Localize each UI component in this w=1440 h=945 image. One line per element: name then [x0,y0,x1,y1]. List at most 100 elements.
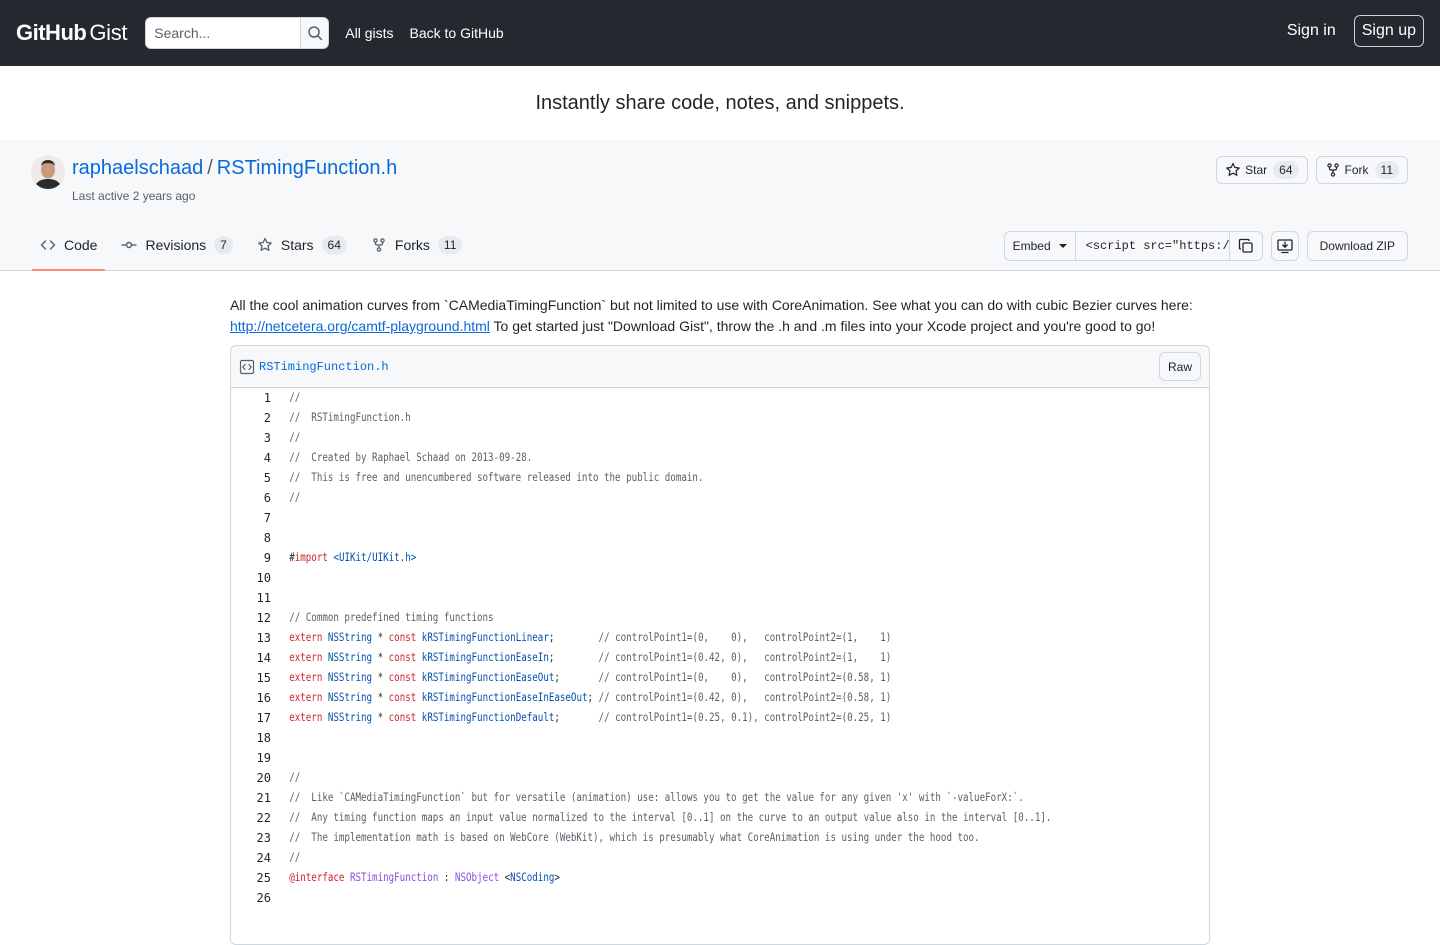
back-to-github-link[interactable]: Back to GitHub [409,25,503,41]
embed-label: Embed [1012,239,1051,253]
description-text-after: To get started just "Download Gist", thr… [489,318,1156,334]
line-number[interactable]: 24 [231,848,281,868]
line-content: extern NSString * const kRSTimingFunctio… [289,671,892,684]
line-number[interactable]: 25 [231,868,281,888]
line-number[interactable]: 26 [231,888,281,908]
line-number[interactable]: 11 [231,588,281,608]
line-content: // [289,391,301,404]
line-number[interactable]: 3 [231,428,281,448]
line-number[interactable]: 19 [231,748,281,768]
copy-button[interactable] [1228,232,1262,260]
line-number[interactable]: 8 [231,528,281,548]
code-line: 21 // Like `CAMediaTimingFunction` but fo… [231,788,1209,808]
line-number[interactable]: 13 [231,628,281,648]
sign-up-button[interactable]: Sign up [1353,15,1424,47]
chevron-down-icon [1058,244,1067,248]
code-line: 15 extern NSString * const kRSTimingFunct… [231,668,1209,688]
fork-button[interactable]: Fork 11 [1315,156,1408,184]
auth-links: Sign in Sign up [1287,15,1424,47]
all-gists-link[interactable]: All gists [345,25,393,41]
search-icon [308,26,322,41]
code-line: 16 extern NSString * const kRSTimingFunct… [231,688,1209,708]
copy-icon [1238,238,1253,253]
revisions-icon [121,241,137,249]
line-content [281,528,289,548]
code-line: 13 extern NSString * const kRSTimingFunct… [231,628,1209,648]
tab-code[interactable]: Code [32,220,106,271]
line-content: // Any timing function maps an input val… [289,811,1052,824]
line-content [281,728,289,748]
gist-title: raphaelschaad / RSTimingFunction.h [72,157,397,180]
download-zip-button[interactable]: Download ZIP [1306,231,1408,261]
line-content [281,508,289,528]
file-header: RSTimingFunction.h Raw [231,346,1209,388]
header-nav: All gists Back to GitHub [345,25,503,41]
line-number[interactable]: 22 [231,808,281,828]
github-gist-logo[interactable]: GitHub Gist [16,17,128,49]
avatar-image [31,155,65,189]
code-line: 10 [231,568,1209,588]
line-number[interactable]: 18 [231,728,281,748]
code-icon [40,240,56,250]
raw-button[interactable]: Raw [1158,352,1201,381]
search-form [145,17,330,49]
embed-group: Embed <script src="https://gist.github.c… [1003,231,1263,261]
stars-count: 64 [321,236,347,254]
line-number[interactable]: 1 [231,388,281,408]
code-line: 19 [231,748,1209,768]
tab-forks-label: Forks [394,237,430,253]
gist-name-link[interactable]: RSTimingFunction.h [217,157,397,179]
pagehead-actions: Star 64 Fork 11 [1216,156,1408,184]
line-number[interactable]: 23 [231,828,281,848]
line-content: extern NSString * const kRSTimingFunctio… [289,631,892,644]
line-content: // Common predefined timing functions [289,611,494,624]
desktop-download-icon [1276,239,1293,254]
line-number[interactable]: 4 [231,448,281,468]
embed-dropdown[interactable]: Embed [1005,232,1076,260]
line-number[interactable]: 7 [231,508,281,528]
playground-link[interactable]: http://netcetera.org/camtf-playground.ht… [230,318,490,334]
line-number[interactable]: 9 [231,548,281,568]
sign-in-link[interactable]: Sign in [1287,22,1336,40]
star-icon [258,237,272,251]
search-input[interactable] [145,17,302,49]
tab-stars[interactable]: Stars 64 [249,220,355,270]
line-number[interactable]: 14 [231,648,281,668]
line-number[interactable]: 20 [231,768,281,788]
embed-url-field[interactable]: <script src="https://gist.github.com/ [1075,232,1229,260]
tab-stars-label: Stars [280,237,314,253]
line-content: // This is free and unencumbered softwar… [289,471,704,484]
line-content: // The implementation math is based on W… [289,831,980,844]
line-number[interactable]: 15 [231,668,281,688]
tab-revisions[interactable]: Revisions 7 [113,220,240,270]
star-button[interactable]: Star 64 [1216,156,1308,184]
logo-github-text: GitHub [16,20,87,45]
file-box: RSTimingFunction.h Raw 1 // 2 // RSTimingFu… [230,345,1210,945]
line-number[interactable]: 10 [231,568,281,588]
line-number[interactable]: 16 [231,688,281,708]
line-content: #import <UIKit/UIKit.h> [289,551,417,564]
tagline: Instantly share code, notes, and snippet… [0,66,1440,140]
open-desktop-button[interactable] [1270,231,1299,261]
fork-icon [373,238,385,252]
line-content: extern NSString * const kRSTimingFunctio… [289,711,892,724]
last-active-text: Last active 2 years ago [72,189,196,203]
star-count: 64 [1273,161,1299,179]
line-content [281,888,289,908]
code-line: 17 extern NSString * const kRSTimingFunct… [231,708,1209,728]
line-number[interactable]: 2 [231,408,281,428]
owner-link[interactable]: raphaelschaad [72,157,203,179]
line-number[interactable]: 12 [231,608,281,628]
code-line: 14 extern NSString * const kRSTimingFunct… [231,648,1209,668]
avatar[interactable] [31,155,65,189]
code-line: 9 #import <UIKit/UIKit.h> [231,548,1209,568]
tab-forks[interactable]: Forks 11 [363,220,470,270]
line-number[interactable]: 6 [231,488,281,508]
search-button[interactable] [301,17,330,49]
file-name-link[interactable]: RSTimingFunction.h [259,360,389,374]
line-number[interactable]: 5 [231,468,281,488]
line-number[interactable]: 17 [231,708,281,728]
line-number[interactable]: 21 [231,788,281,808]
line-content: // Created by Raphael Schaad on 2013-09-… [289,451,533,464]
site-header: GitHub Gist All gists Back to GitHub Sig… [0,0,1440,66]
